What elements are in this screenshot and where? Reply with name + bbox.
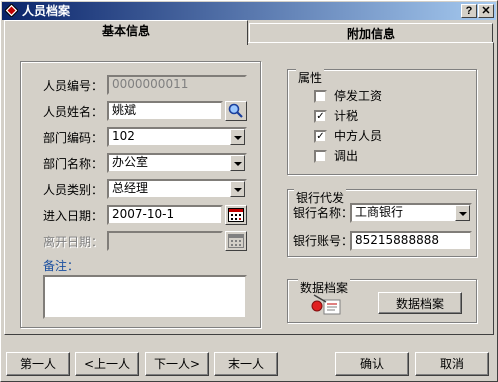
confirm-button[interactable]: 确认	[335, 352, 409, 376]
checkbox-taxable-label: 计税	[334, 109, 359, 123]
checkbox-transferred-label: 调出	[334, 149, 359, 163]
bank-account-label: 银行账号：	[293, 234, 354, 248]
leave-date-field[interactable]	[107, 231, 223, 251]
tab-basic-info-label: 基本信息	[101, 24, 150, 38]
category-label: 人员类别：	[43, 183, 104, 197]
calendar-icon	[228, 208, 244, 222]
note-label: 备注：	[43, 259, 80, 273]
chevron-down-icon[interactable]	[455, 205, 470, 221]
cancel-button[interactable]: 取消	[415, 352, 489, 376]
checkbox-taxable[interactable]: ✓	[314, 110, 327, 123]
calendar-icon	[228, 234, 244, 248]
join-date-label: 进入日期：	[43, 209, 104, 223]
magnifier-icon	[228, 103, 243, 118]
category-value: 总经理	[112, 181, 149, 195]
join-date-field[interactable]: 2007-10-1	[107, 205, 223, 225]
leave-date-picker-button[interactable]	[225, 231, 247, 251]
bank-group: 银行代发 银行名称： 工商银行 银行账号： 85215888888	[287, 189, 477, 257]
attributes-title: 属性	[296, 69, 325, 86]
checkbox-transferred[interactable]	[314, 150, 327, 163]
category-combo[interactable]: 总经理	[107, 179, 247, 199]
window-title: 人员档案	[22, 4, 71, 18]
bank-name-label: 银行名称：	[293, 206, 354, 220]
title-bar[interactable]: 人员档案 ? ✕	[2, 2, 496, 20]
bank-account-field[interactable]: 85215888888	[350, 231, 472, 251]
next-person-button[interactable]: 下一人>	[145, 352, 209, 376]
employee-name-field[interactable]: 姚斌	[107, 101, 223, 121]
dept-code-combo[interactable]: 102	[107, 127, 247, 147]
employee-name-label: 人员姓名：	[43, 105, 104, 119]
checkbox-chinese-staff[interactable]: ✓	[314, 130, 327, 143]
checkbox-chinese-staff-label: 中方人员	[334, 129, 383, 143]
chevron-down-icon[interactable]	[230, 181, 245, 197]
tab-extra-info-label: 附加信息	[346, 27, 395, 41]
dept-code-value: 102	[112, 129, 135, 143]
chevron-down-icon[interactable]	[230, 155, 245, 171]
archive-group: 数据档案 数据档案	[287, 279, 477, 323]
bank-name-value: 工商银行	[355, 205, 404, 219]
close-button[interactable]: ✕	[478, 4, 494, 18]
leave-date-label: 离开日期：	[43, 235, 104, 249]
employee-id-field[interactable]: 0000000011	[107, 75, 247, 95]
basic-info-group: 人员编号： 0000000011 人员姓名： 姚斌 部门编码： 102 部门名称…	[20, 61, 261, 328]
attributes-group: 属性 停发工资 ✓ 计税 ✓ 中方人员 调出	[287, 69, 477, 175]
dialog-window: 人员档案 ? ✕ 基本信息 附加信息 人员编号： 0000000011 人员姓名…	[0, 0, 498, 382]
bank-title: 银行代发	[294, 189, 347, 206]
search-button[interactable]	[225, 101, 247, 121]
employee-id-label: 人员编号：	[43, 79, 104, 93]
archive-doc-icon	[311, 294, 341, 315]
join-date-picker-button[interactable]	[225, 205, 247, 225]
first-person-button[interactable]: 第一人	[6, 352, 70, 376]
diamond-app-icon	[5, 4, 18, 17]
prev-person-button[interactable]: <上一人	[75, 352, 139, 376]
last-person-button[interactable]: 末一人	[214, 352, 278, 376]
dept-name-combo[interactable]: 办公室	[107, 153, 247, 173]
checkbox-stop-salary[interactable]	[314, 90, 327, 103]
note-textarea[interactable]	[43, 275, 247, 319]
chevron-down-icon[interactable]	[230, 129, 245, 145]
dept-code-label: 部门编码：	[43, 131, 104, 145]
tab-panel: 人员编号： 0000000011 人员姓名： 姚斌 部门编码： 102 部门名称…	[4, 42, 494, 335]
help-button[interactable]: ?	[461, 4, 477, 18]
tab-basic-info[interactable]: 基本信息	[4, 20, 248, 45]
checkbox-stop-salary-label: 停发工资	[334, 89, 383, 103]
bank-name-combo[interactable]: 工商银行	[350, 203, 472, 223]
dept-name-value: 办公室	[112, 155, 149, 169]
archive-button[interactable]: 数据档案	[378, 292, 462, 314]
dept-name-label: 部门名称：	[43, 157, 104, 171]
